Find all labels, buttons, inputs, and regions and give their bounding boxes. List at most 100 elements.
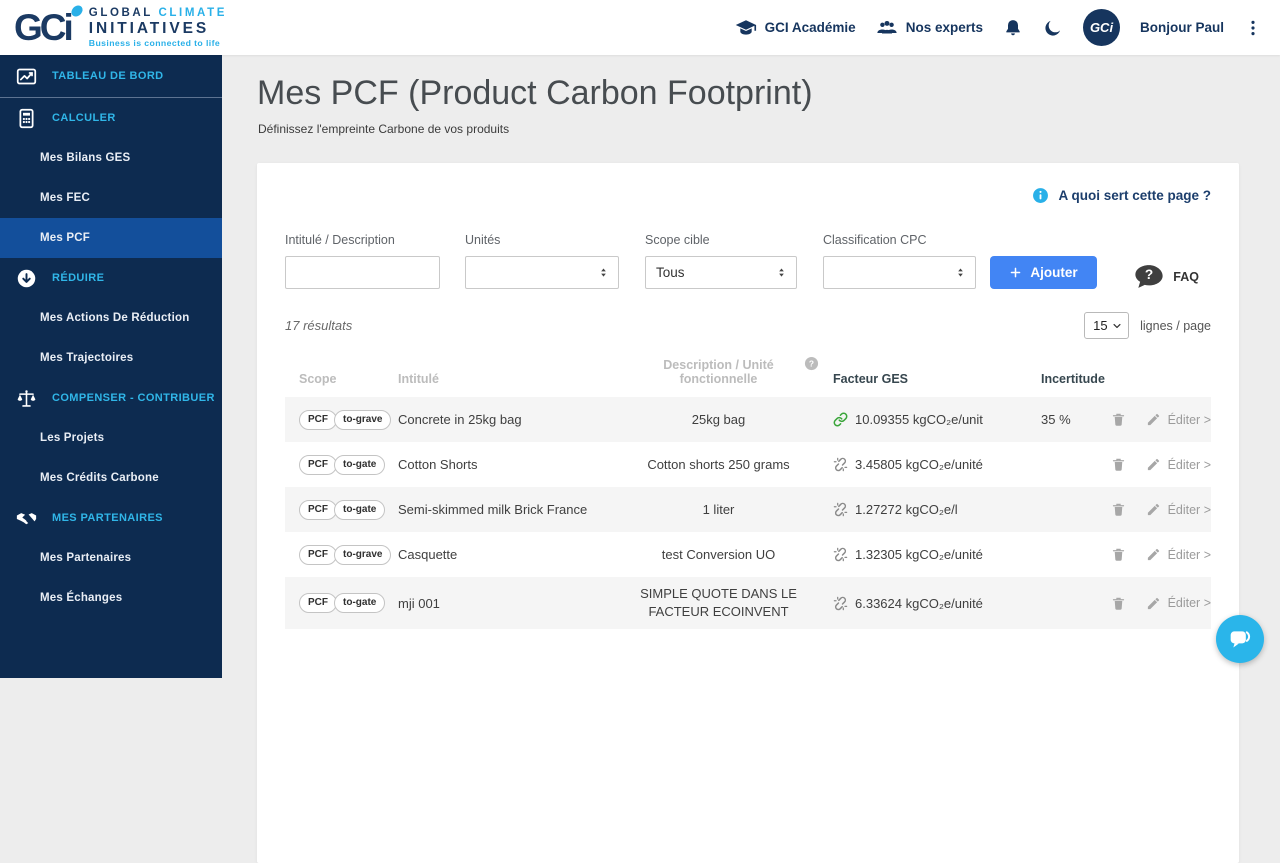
col-header-facteur: Facteur GES xyxy=(833,372,1041,386)
table-row: PCFto-gate Cotton Shorts Cotton shorts 2… xyxy=(285,442,1211,487)
logo-word-global: GLOBAL xyxy=(89,7,153,19)
table-header: Scope Intitulé Description / Unité fonct… xyxy=(285,358,1211,397)
page-info-link[interactable]: A quoi sert cette page ? xyxy=(285,187,1211,204)
table-row: PCFto-grave Concrete in 25kg bag 25kg ba… xyxy=(285,397,1211,442)
sidebar-item-label: Les Projets xyxy=(40,432,104,444)
row-scope-cell: PCFto-grave xyxy=(299,410,398,430)
reduce-icon xyxy=(13,268,39,289)
sidebar-item-mes-credits-carbone[interactable]: Mes Crédits Carbone xyxy=(0,458,222,498)
edit-link[interactable]: Éditer > xyxy=(1168,596,1211,610)
sidebar-item-tableau-de-bord[interactable]: TABLEAU DE BORD xyxy=(0,55,222,97)
sidebar-item-reduire[interactable]: RÉDUIRE xyxy=(0,258,222,298)
row-scope-cell: PCFto-gate xyxy=(299,593,398,613)
bell-icon[interactable] xyxy=(1003,18,1023,38)
edit-link[interactable]: Éditer > xyxy=(1168,413,1211,427)
nav-academie-label: GCI Académie xyxy=(765,20,856,35)
help-icon[interactable] xyxy=(804,356,819,371)
row-description: SIMPLE QUOTE DANS LE FACTEUR ECOINVENT xyxy=(612,585,825,620)
row-intitule: Concrete in 25kg bag xyxy=(398,412,612,427)
scope-pill-range: to-gate xyxy=(334,593,385,613)
table-row: PCFto-gate Semi-skimmed milk Brick Franc… xyxy=(285,487,1211,532)
edit-pencil-icon[interactable] xyxy=(1146,457,1161,472)
nav-gci-academie[interactable]: GCI Académie xyxy=(735,17,856,39)
kebab-menu-icon[interactable] xyxy=(1244,17,1262,39)
sidebar-item-mes-partenaires-section[interactable]: MES PARTENAIRES xyxy=(0,498,222,538)
trash-icon[interactable] xyxy=(1111,596,1126,611)
scope-pill-range: to-grave xyxy=(334,410,391,430)
sidebar-item-mes-partenaires[interactable]: Mes Partenaires xyxy=(0,538,222,578)
scope-pill-pcf: PCF xyxy=(299,545,337,565)
col-header-description: Description / Unité fonctionnelle xyxy=(612,358,825,386)
sidebar-item-mes-fec[interactable]: Mes FEC xyxy=(0,178,222,218)
nav-nos-experts[interactable]: Nos experts xyxy=(876,17,983,39)
per-page-select[interactable]: 15 xyxy=(1084,312,1129,339)
calculator-icon xyxy=(13,108,39,129)
col-header-intitule: Intitulé xyxy=(398,372,612,386)
sidebar-item-mes-actions-de-reduction[interactable]: Mes Actions De Réduction xyxy=(0,298,222,338)
sidebar-item-mes-pcf[interactable]: Mes PCF xyxy=(0,218,222,258)
sidebar-item-les-projets[interactable]: Les Projets xyxy=(0,418,222,458)
scope-pill-range: to-gate xyxy=(334,455,385,475)
trash-icon[interactable] xyxy=(1111,412,1126,427)
avatar[interactable]: GCi xyxy=(1083,9,1120,46)
results-bar: 17 résultats 15 lignes / page xyxy=(285,312,1211,339)
cpc-select[interactable] xyxy=(823,256,976,289)
sidebar-item-mes-bilans-ges[interactable]: Mes Bilans GES xyxy=(0,138,222,178)
scope-pill-range: to-gate xyxy=(334,500,385,520)
add-button[interactable]: Ajouter xyxy=(990,256,1097,289)
sidebar-item-compenser-contribuer[interactable]: COMPENSER - CONTRIBUER xyxy=(0,378,222,418)
edit-pencil-icon[interactable] xyxy=(1146,412,1161,427)
edit-link[interactable]: Éditer > xyxy=(1168,548,1211,562)
col-header-scope: Scope xyxy=(299,372,398,386)
row-actions: Éditer > xyxy=(1116,500,1211,519)
unites-select[interactable] xyxy=(465,256,619,289)
trash-icon[interactable] xyxy=(1111,547,1126,562)
plus-icon xyxy=(1009,266,1022,279)
sidebar-section-label: MES PARTENAIRES xyxy=(52,512,163,524)
row-description: test Conversion UO xyxy=(612,546,825,564)
add-button-label: Ajouter xyxy=(1030,265,1077,280)
logo-leaf-icon xyxy=(70,3,84,18)
sidebar-section-label: COMPENSER - CONTRIBUER xyxy=(52,392,215,404)
row-actions: Éditer > xyxy=(1116,455,1211,474)
moon-icon[interactable] xyxy=(1043,18,1063,38)
edit-pencil-icon[interactable] xyxy=(1146,547,1161,562)
gci-logo[interactable]: GCi GLOBAL CLIMATE INITIATIVES Business … xyxy=(14,7,227,48)
gci-logo-text: GLOBAL CLIMATE INITIATIVES Business is c… xyxy=(89,7,227,48)
pcf-card: A quoi sert cette page ? Intitulé / Desc… xyxy=(257,163,1239,863)
sidebar-item-label: Mes Bilans GES xyxy=(40,152,130,164)
intitule-input[interactable] xyxy=(285,256,440,289)
row-description: 25kg bag xyxy=(612,411,825,429)
main-content: Mes PCF (Product Carbon Footprint) Défin… xyxy=(222,55,1280,678)
scope-select[interactable]: Tous xyxy=(645,256,797,289)
row-intitule: mji 001 xyxy=(398,596,612,611)
row-facteur-cell: 1.32305 kgCO₂e/unité xyxy=(833,547,1041,562)
row-facteur-cell: 6.33624 kgCO₂e/unité xyxy=(833,596,1041,611)
chat-button[interactable] xyxy=(1216,615,1264,663)
col-header-incertitude: Incertitude xyxy=(1041,372,1116,386)
row-scope-cell: PCFto-gate xyxy=(299,500,398,520)
sidebar-item-calculer[interactable]: CALCULER xyxy=(0,98,222,138)
logo-word-climate: CLIMATE xyxy=(159,7,227,19)
row-facteur-value: 3.45805 kgCO₂e/unité xyxy=(855,457,983,472)
sidebar-item-mes-echanges[interactable]: Mes Échanges xyxy=(0,578,222,618)
dashboard-icon xyxy=(13,66,39,87)
edit-pencil-icon[interactable] xyxy=(1146,502,1161,517)
sidebar-item-label: Mes Trajectoires xyxy=(40,352,133,364)
edit-link[interactable]: Éditer > xyxy=(1168,458,1211,472)
unites-filter-label: Unités xyxy=(465,233,619,247)
table-row: PCFto-gate mji 001 SIMPLE QUOTE DANS LE … xyxy=(285,577,1211,629)
faq-button[interactable]: FAQ xyxy=(1134,264,1199,289)
sidebar-section-label: RÉDUIRE xyxy=(52,272,104,284)
faq-label: FAQ xyxy=(1173,270,1199,284)
row-facteur-cell: 10.09355 kgCO₂e/unit xyxy=(833,412,1041,427)
results-count: 17 résultats xyxy=(285,318,352,333)
row-facteur-value: 1.32305 kgCO₂e/unité xyxy=(855,547,983,562)
edit-pencil-icon[interactable] xyxy=(1146,596,1161,611)
trash-icon[interactable] xyxy=(1111,457,1126,472)
row-description: 1 liter xyxy=(612,501,825,519)
trash-icon[interactable] xyxy=(1111,502,1126,517)
edit-link[interactable]: Éditer > xyxy=(1168,503,1211,517)
sidebar-item-mes-trajectoires[interactable]: Mes Trajectoires xyxy=(0,338,222,378)
graduation-cap-icon xyxy=(735,17,757,39)
